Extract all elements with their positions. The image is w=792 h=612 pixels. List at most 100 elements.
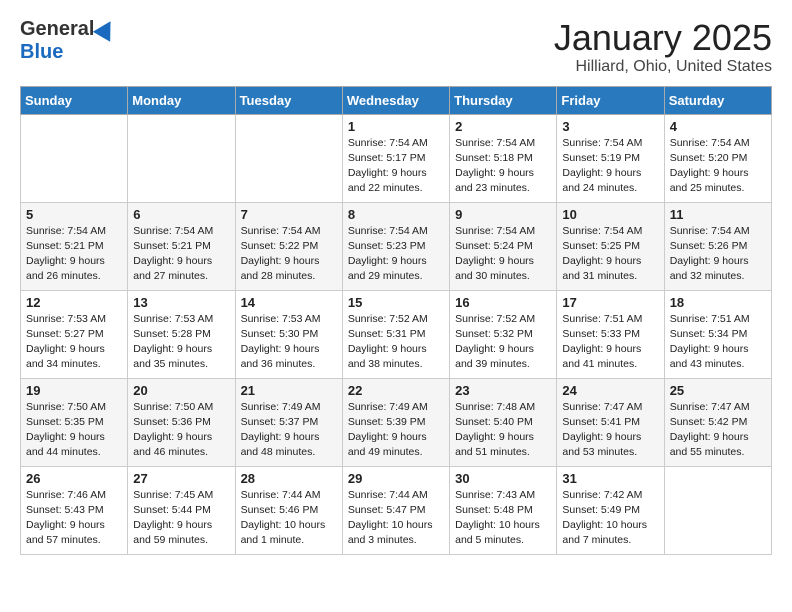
- calendar-cell: 5 Sunrise: 7:54 AM Sunset: 5:21 PM Daylig…: [21, 202, 128, 290]
- day-info: Sunrise: 7:53 AM Sunset: 5:30 PM Dayligh…: [241, 312, 338, 373]
- weekday-header-tuesday: Tuesday: [235, 86, 342, 114]
- day-number: 26: [26, 471, 123, 486]
- day-number: 13: [133, 295, 230, 310]
- day-info: Sunrise: 7:48 AM Sunset: 5:40 PM Dayligh…: [455, 400, 552, 461]
- day-info: Sunrise: 7:50 AM Sunset: 5:36 PM Dayligh…: [133, 400, 230, 461]
- calendar-cell: 2 Sunrise: 7:54 AM Sunset: 5:18 PM Daylig…: [450, 114, 557, 202]
- calendar-cell: 30Sunrise: 7:43 AM Sunset: 5:48 PM Dayli…: [450, 466, 557, 554]
- day-info: Sunrise: 7:54 AM Sunset: 5:17 PM Dayligh…: [348, 136, 445, 197]
- day-number: 5: [26, 207, 123, 222]
- calendar-cell: 15Sunrise: 7:52 AM Sunset: 5:31 PM Dayli…: [342, 290, 449, 378]
- calendar-cell: 9 Sunrise: 7:54 AM Sunset: 5:24 PM Daylig…: [450, 202, 557, 290]
- day-number: 23: [455, 383, 552, 398]
- day-info: Sunrise: 7:51 AM Sunset: 5:34 PM Dayligh…: [670, 312, 767, 373]
- day-number: 24: [562, 383, 659, 398]
- page: General Blue January 2025 Hilliard, Ohio…: [0, 0, 792, 565]
- calendar-cell: 24 Sunrise: 7:47 AM Sunset: 5:41 PM Dayli…: [557, 378, 664, 466]
- weekday-header-friday: Friday: [557, 86, 664, 114]
- calendar-cell: 4 Sunrise: 7:54 AM Sunset: 5:20 PM Daylig…: [664, 114, 771, 202]
- day-number: 20: [133, 383, 230, 398]
- calendar-cell: [21, 114, 128, 202]
- day-info: Sunrise: 7:54 AM Sunset: 5:24 PM Dayligh…: [455, 224, 552, 285]
- calendar-cell: 26 Sunrise: 7:46 AM Sunset: 5:43 PM Dayli…: [21, 466, 128, 554]
- header: General Blue January 2025 Hilliard, Ohio…: [20, 18, 772, 76]
- calendar-cell: 17 Sunrise: 7:51 AM Sunset: 5:33 PM Dayli…: [557, 290, 664, 378]
- day-info: Sunrise: 7:54 AM Sunset: 5:18 PM Dayligh…: [455, 136, 552, 197]
- calendar-cell: 12 Sunrise: 7:53 AM Sunset: 5:27 PM Dayli…: [21, 290, 128, 378]
- day-number: 31: [562, 471, 659, 486]
- day-info: Sunrise: 7:54 AM Sunset: 5:25 PM Dayligh…: [562, 224, 659, 285]
- weekday-header-sunday: Sunday: [21, 86, 128, 114]
- day-number: 2: [455, 119, 552, 134]
- day-number: 30: [455, 471, 552, 486]
- day-info: Sunrise: 7:44 AM Sunset: 5:47 PM Dayligh…: [348, 488, 445, 549]
- day-number: 17: [562, 295, 659, 310]
- calendar-cell: 25Sunrise: 7:47 AM Sunset: 5:42 PM Dayli…: [664, 378, 771, 466]
- day-number: 6: [133, 207, 230, 222]
- weekday-header-monday: Monday: [128, 86, 235, 114]
- day-number: 4: [670, 119, 767, 134]
- calendar-cell: 20 Sunrise: 7:50 AM Sunset: 5:36 PM Dayli…: [128, 378, 235, 466]
- day-number: 16: [455, 295, 552, 310]
- day-info: Sunrise: 7:53 AM Sunset: 5:27 PM Dayligh…: [26, 312, 123, 373]
- calendar-week-1: 1 Sunrise: 7:54 AM Sunset: 5:17 PM Daylig…: [21, 114, 772, 202]
- calendar-week-4: 19Sunrise: 7:50 AM Sunset: 5:35 PM Dayli…: [21, 378, 772, 466]
- calendar-cell: [235, 114, 342, 202]
- calendar-cell: 10Sunrise: 7:54 AM Sunset: 5:25 PM Dayli…: [557, 202, 664, 290]
- day-number: 14: [241, 295, 338, 310]
- day-number: 15: [348, 295, 445, 310]
- day-info: Sunrise: 7:45 AM Sunset: 5:44 PM Dayligh…: [133, 488, 230, 549]
- title-block: January 2025 Hilliard, Ohio, United Stat…: [554, 18, 772, 76]
- day-info: Sunrise: 7:54 AM Sunset: 5:21 PM Dayligh…: [26, 224, 123, 285]
- calendar-cell: 27 Sunrise: 7:45 AM Sunset: 5:44 PM Dayli…: [128, 466, 235, 554]
- calendar-week-2: 5 Sunrise: 7:54 AM Sunset: 5:21 PM Daylig…: [21, 202, 772, 290]
- calendar-cell: 22Sunrise: 7:49 AM Sunset: 5:39 PM Dayli…: [342, 378, 449, 466]
- day-info: Sunrise: 7:52 AM Sunset: 5:32 PM Dayligh…: [455, 312, 552, 373]
- calendar-cell: [664, 466, 771, 554]
- weekday-header-thursday: Thursday: [450, 86, 557, 114]
- calendar-cell: 8 Sunrise: 7:54 AM Sunset: 5:23 PM Daylig…: [342, 202, 449, 290]
- calendar-cell: 11 Sunrise: 7:54 AM Sunset: 5:26 PM Dayli…: [664, 202, 771, 290]
- calendar-cell: 29 Sunrise: 7:44 AM Sunset: 5:47 PM Dayli…: [342, 466, 449, 554]
- calendar-cell: 7Sunrise: 7:54 AM Sunset: 5:22 PM Daylig…: [235, 202, 342, 290]
- day-info: Sunrise: 7:44 AM Sunset: 5:46 PM Dayligh…: [241, 488, 338, 549]
- day-info: Sunrise: 7:50 AM Sunset: 5:35 PM Dayligh…: [26, 400, 123, 461]
- day-info: Sunrise: 7:54 AM Sunset: 5:19 PM Dayligh…: [562, 136, 659, 197]
- day-number: 11: [670, 207, 767, 222]
- calendar-cell: 28 Sunrise: 7:44 AM Sunset: 5:46 PM Dayli…: [235, 466, 342, 554]
- calendar-cell: 19Sunrise: 7:50 AM Sunset: 5:35 PM Dayli…: [21, 378, 128, 466]
- day-number: 1: [348, 119, 445, 134]
- logo: General Blue: [20, 18, 116, 64]
- day-info: Sunrise: 7:47 AM Sunset: 5:41 PM Dayligh…: [562, 400, 659, 461]
- day-info: Sunrise: 7:54 AM Sunset: 5:26 PM Dayligh…: [670, 224, 767, 285]
- calendar-cell: 13 Sunrise: 7:53 AM Sunset: 5:28 PM Dayli…: [128, 290, 235, 378]
- calendar-cell: 18 Sunrise: 7:51 AM Sunset: 5:34 PM Dayli…: [664, 290, 771, 378]
- weekday-header-wednesday: Wednesday: [342, 86, 449, 114]
- day-info: Sunrise: 7:46 AM Sunset: 5:43 PM Dayligh…: [26, 488, 123, 549]
- day-number: 25: [670, 383, 767, 398]
- day-number: 27: [133, 471, 230, 486]
- day-info: Sunrise: 7:53 AM Sunset: 5:28 PM Dayligh…: [133, 312, 230, 373]
- day-number: 12: [26, 295, 123, 310]
- calendar-cell: 1 Sunrise: 7:54 AM Sunset: 5:17 PM Daylig…: [342, 114, 449, 202]
- day-number: 18: [670, 295, 767, 310]
- day-info: Sunrise: 7:49 AM Sunset: 5:39 PM Dayligh…: [348, 400, 445, 461]
- calendar-cell: [128, 114, 235, 202]
- logo-general-text: General: [20, 18, 94, 41]
- day-number: 7: [241, 207, 338, 222]
- location-title: Hilliard, Ohio, United States: [554, 58, 772, 76]
- calendar-cell: 23 Sunrise: 7:48 AM Sunset: 5:40 PM Dayli…: [450, 378, 557, 466]
- day-info: Sunrise: 7:54 AM Sunset: 5:21 PM Dayligh…: [133, 224, 230, 285]
- calendar-week-5: 26 Sunrise: 7:46 AM Sunset: 5:43 PM Dayli…: [21, 466, 772, 554]
- day-number: 29: [348, 471, 445, 486]
- day-number: 21: [241, 383, 338, 398]
- day-info: Sunrise: 7:54 AM Sunset: 5:23 PM Dayligh…: [348, 224, 445, 285]
- calendar-table: SundayMondayTuesdayWednesdayThursdayFrid…: [20, 86, 772, 555]
- day-info: Sunrise: 7:54 AM Sunset: 5:20 PM Dayligh…: [670, 136, 767, 197]
- day-info: Sunrise: 7:51 AM Sunset: 5:33 PM Dayligh…: [562, 312, 659, 373]
- weekday-header-saturday: Saturday: [664, 86, 771, 114]
- day-number: 28: [241, 471, 338, 486]
- day-number: 9: [455, 207, 552, 222]
- day-info: Sunrise: 7:49 AM Sunset: 5:37 PM Dayligh…: [241, 400, 338, 461]
- day-number: 8: [348, 207, 445, 222]
